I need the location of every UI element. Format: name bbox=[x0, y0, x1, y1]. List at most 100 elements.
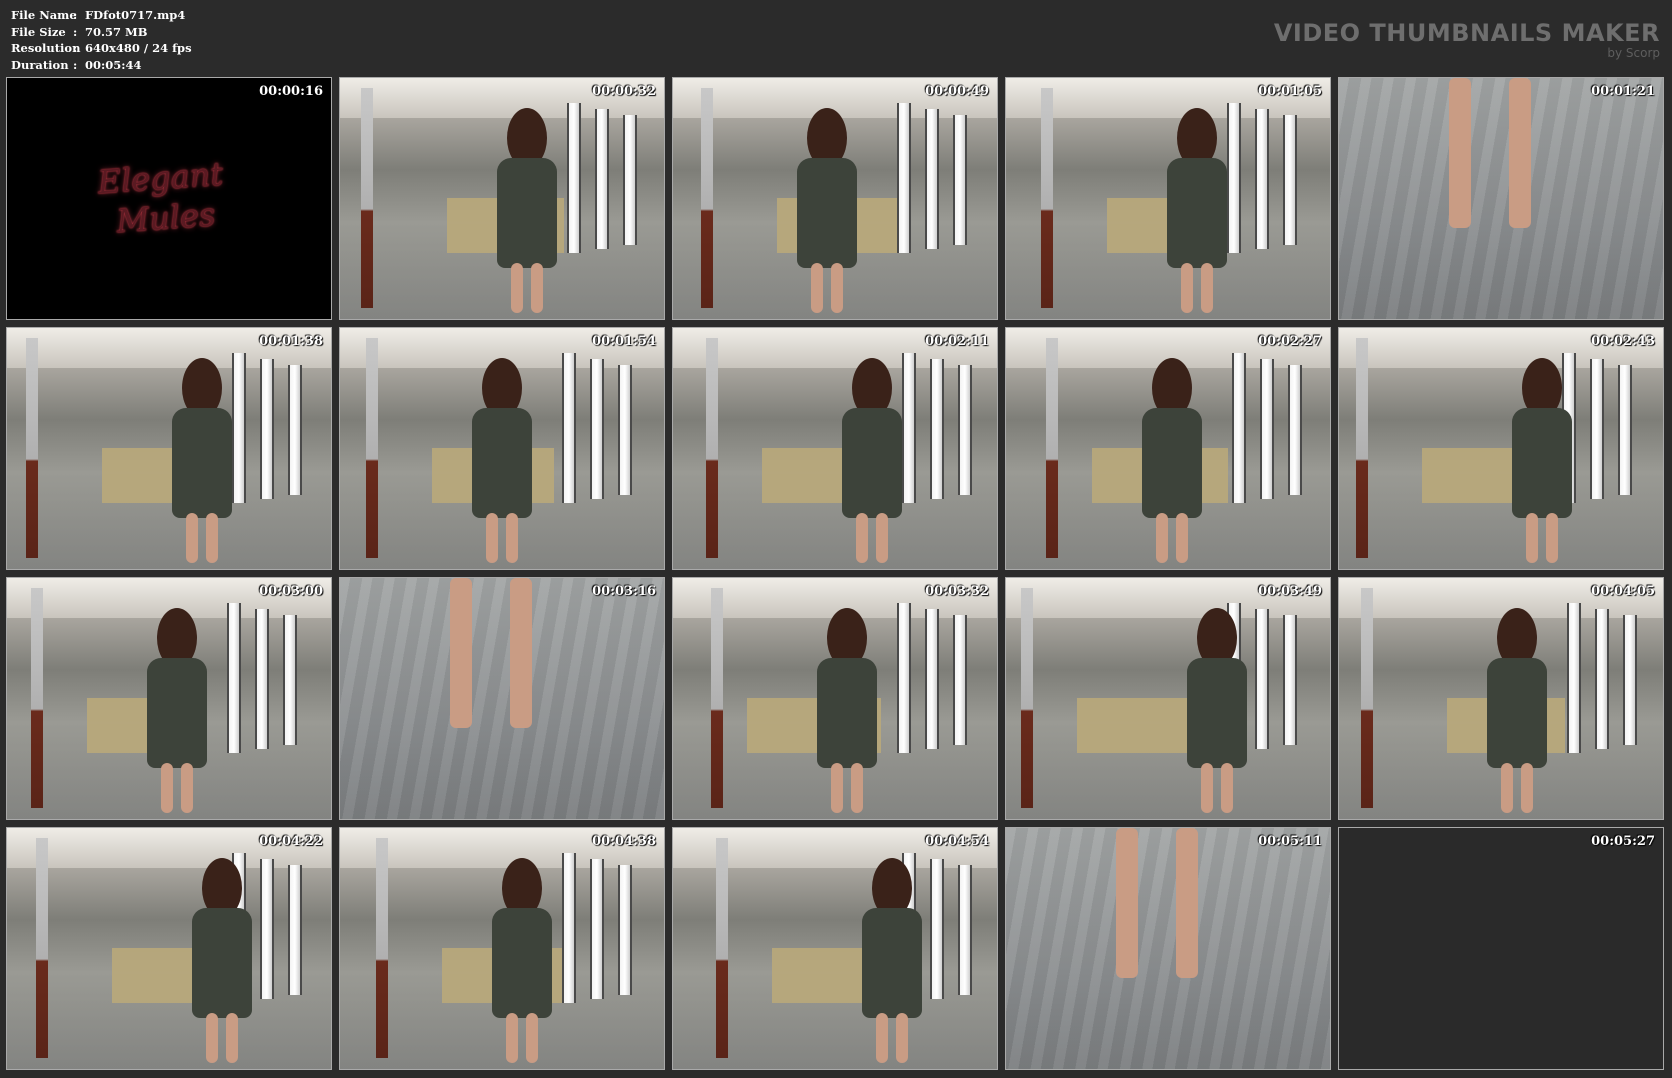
scene-figure-dress bbox=[1142, 408, 1202, 518]
scene-pillar bbox=[706, 338, 718, 558]
scene-window bbox=[1283, 615, 1297, 745]
scene-figure-leg bbox=[1176, 513, 1188, 563]
scene-window bbox=[1227, 103, 1241, 253]
info-row-resolution: Resolution : 640x480 / 24 fps bbox=[11, 40, 192, 57]
info-value: FDfot0717.mp4 bbox=[85, 8, 186, 22]
thumbnail-grid: Elegant Mules 00:00:16 00:00:32 00:00:49 00:0… bbox=[6, 77, 1664, 1070]
scene-figure-dress bbox=[1487, 658, 1547, 768]
info-row-file-size: File Size : 70.57 MB bbox=[11, 24, 192, 41]
intro-logo-text: Elegant Mules bbox=[96, 154, 227, 243]
scene-figure-leg bbox=[186, 513, 198, 563]
scene-pillar bbox=[1046, 338, 1058, 558]
thumbnail[interactable]: 00:00:49 bbox=[672, 77, 998, 320]
scene-figure-leg bbox=[531, 263, 543, 313]
scene-window bbox=[260, 859, 274, 999]
scene-figure-dress bbox=[147, 658, 207, 768]
scene-figure-leg bbox=[161, 763, 173, 813]
thumbnail-frame bbox=[340, 328, 664, 569]
thumbnail[interactable]: 00:04:22 bbox=[6, 827, 332, 1070]
thumbnail[interactable]: 00:01:05 bbox=[1005, 77, 1331, 320]
thumbnail-frame bbox=[1339, 578, 1663, 819]
timestamp-label: 00:01:05 bbox=[1258, 84, 1322, 99]
thumbnail[interactable]: 00:03:32 bbox=[672, 577, 998, 820]
thumbnail[interactable]: 00:02:43 bbox=[1338, 327, 1664, 570]
thumbnail[interactable]: 00:01:54 bbox=[339, 327, 665, 570]
scene-figure-leg bbox=[856, 513, 868, 563]
timestamp-label: 00:03:00 bbox=[259, 584, 323, 599]
thumbnail[interactable]: 00:04:05 bbox=[1338, 577, 1664, 820]
scene-window bbox=[1618, 365, 1632, 495]
scene-window bbox=[562, 853, 576, 1003]
scene-figure-leg bbox=[206, 513, 218, 563]
scene-figure-leg bbox=[1521, 763, 1533, 813]
brand-watermark: VIDEO THUMBNAILS MAKER by Scorp bbox=[1274, 20, 1660, 59]
scene-figure-leg bbox=[450, 578, 472, 728]
timestamp-label: 00:02:27 bbox=[1258, 334, 1322, 349]
scene-window bbox=[1590, 359, 1604, 499]
timestamp-label: 00:03:49 bbox=[1258, 584, 1322, 599]
thumbnail[interactable]: 00:02:11 bbox=[672, 327, 998, 570]
scene-figure-leg bbox=[1449, 78, 1471, 228]
thumbnail-frame bbox=[7, 828, 331, 1069]
timestamp-label: 00:03:32 bbox=[925, 584, 989, 599]
scene-window bbox=[1288, 365, 1302, 495]
thumbnail[interactable]: 00:01:38 bbox=[6, 327, 332, 570]
scene-window bbox=[925, 109, 939, 249]
scene-figure-dress bbox=[797, 158, 857, 268]
scene-window bbox=[232, 353, 246, 503]
scene-window bbox=[288, 365, 302, 495]
header: File Name : FDfot0717.mp4 File Size : 70… bbox=[0, 0, 1672, 76]
thumbnail-frame bbox=[1339, 328, 1663, 569]
thumbnail[interactable]: Elegant Mules 00:00:16 bbox=[6, 77, 332, 320]
thumbnail[interactable]: 00:00:32 bbox=[339, 77, 665, 320]
scene-window bbox=[288, 865, 302, 995]
scene-figure-leg bbox=[1501, 763, 1513, 813]
scene-window bbox=[567, 103, 581, 253]
scene-figure-leg bbox=[1221, 763, 1233, 813]
scene-window bbox=[1623, 615, 1637, 745]
scene-figure-dress bbox=[192, 908, 252, 1018]
scene-pillar bbox=[36, 838, 48, 1058]
scene-window bbox=[590, 359, 604, 499]
thumbnail[interactable]: 00:03:16 bbox=[339, 577, 665, 820]
scene-figure-leg bbox=[1201, 763, 1213, 813]
thumbnail-frame bbox=[673, 78, 997, 319]
scene-window bbox=[1283, 115, 1297, 245]
thumbnail[interactable]: 00:05:27 bbox=[1338, 827, 1664, 1070]
thumbnail[interactable]: 00:05:11 bbox=[1005, 827, 1331, 1070]
thumbnail[interactable]: 00:03:00 bbox=[6, 577, 332, 820]
timestamp-label: 00:02:43 bbox=[1591, 334, 1655, 349]
thumbnail-frame: Elegant Mules bbox=[7, 78, 331, 319]
thumbnail[interactable]: 00:04:38 bbox=[339, 827, 665, 1070]
thumbnail-frame bbox=[1006, 78, 1330, 319]
scene-figure-leg bbox=[506, 1013, 518, 1063]
thumbnail[interactable]: 00:02:27 bbox=[1005, 327, 1331, 570]
thumbnail-frame bbox=[673, 828, 997, 1069]
scene-window bbox=[902, 353, 916, 503]
scene-window bbox=[1232, 353, 1246, 503]
thumbnail[interactable]: 00:04:54 bbox=[672, 827, 998, 1070]
timestamp-label: 00:05:11 bbox=[1258, 834, 1322, 849]
thumbnail-frame bbox=[1006, 578, 1330, 819]
thumbnail[interactable]: 00:03:49 bbox=[1005, 577, 1331, 820]
scene-pillar bbox=[1361, 588, 1373, 808]
info-key: Resolution bbox=[11, 41, 81, 55]
scene-pillar bbox=[1356, 338, 1368, 558]
timestamp-label: 00:04:05 bbox=[1591, 584, 1655, 599]
info-key: Duration bbox=[11, 57, 69, 72]
scene-figure-leg bbox=[1509, 78, 1531, 228]
scene-wall-panel bbox=[1077, 698, 1188, 753]
timestamp-label: 00:01:38 bbox=[259, 334, 323, 349]
thumbnail-frame bbox=[1339, 828, 1663, 1069]
scene-figure-leg bbox=[1526, 513, 1538, 563]
scene-figure-leg bbox=[1181, 263, 1193, 313]
intro-logo-line: Mules bbox=[115, 195, 217, 241]
scene-figure-leg bbox=[511, 263, 523, 313]
thumbnail[interactable]: 00:01:21 bbox=[1338, 77, 1664, 320]
scene-window bbox=[562, 353, 576, 503]
scene-pillar bbox=[361, 88, 373, 308]
scene-figure-leg bbox=[831, 263, 843, 313]
scene-window bbox=[623, 115, 637, 245]
scene-figure-leg bbox=[226, 1013, 238, 1063]
scene-figure-leg bbox=[181, 763, 193, 813]
